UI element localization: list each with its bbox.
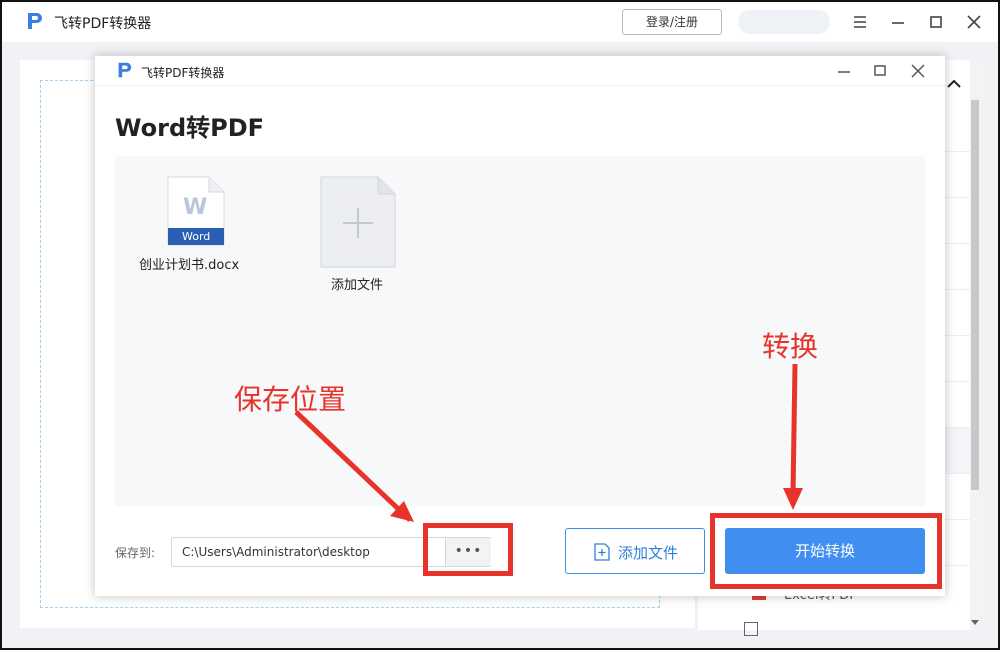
- add-document-icon: [594, 543, 610, 561]
- word-badge: Word: [182, 230, 210, 243]
- add-file-tile[interactable]: [320, 176, 396, 268]
- minimize-icon[interactable]: [886, 10, 910, 34]
- highlight-box-browse: [423, 523, 513, 576]
- dialog-titlebar: 飞转PDF转换器: [95, 56, 945, 86]
- scroll-down-arrow-icon[interactable]: [968, 614, 982, 628]
- dialog-minimize-icon[interactable]: [833, 60, 855, 82]
- blurred-region: [738, 10, 830, 34]
- chevron-up-icon[interactable]: [944, 74, 964, 94]
- menu-icon[interactable]: [848, 10, 872, 34]
- login-register-button[interactable]: 登录/注册: [622, 9, 722, 35]
- close-icon[interactable]: [962, 10, 986, 34]
- highlight-box-start: [710, 513, 942, 589]
- file-icon: [744, 622, 758, 636]
- dialog-maximize-icon[interactable]: [869, 60, 891, 82]
- save-to-label: 保存到:: [115, 546, 156, 560]
- app-titlebar: 飞转PDF转换器 登录/注册: [2, 2, 998, 42]
- add-file-button[interactable]: 添加文件: [565, 528, 705, 574]
- app-title: 飞转PDF转换器: [54, 16, 152, 32]
- dialog-title: 飞转PDF转换器: [141, 66, 225, 80]
- maximize-icon[interactable]: [924, 10, 948, 34]
- word-letter: W: [183, 195, 207, 220]
- add-file-tile-label: 添加文件: [331, 278, 384, 293]
- add-file-button-label: 添加文件: [618, 544, 679, 562]
- word-document-icon[interactable]: W Word: [167, 176, 225, 246]
- dialog-close-icon[interactable]: [907, 60, 929, 82]
- file-name: 创业计划书.docx: [139, 258, 240, 273]
- annotation-save-location: 保存位置: [234, 383, 347, 416]
- dialog-logo-icon: [115, 61, 133, 79]
- scrollbar-thumb[interactable]: [971, 100, 979, 490]
- page-title: Word转PDF: [115, 114, 265, 142]
- annotation-convert: 转换: [762, 330, 819, 363]
- app-logo-icon: [24, 11, 44, 31]
